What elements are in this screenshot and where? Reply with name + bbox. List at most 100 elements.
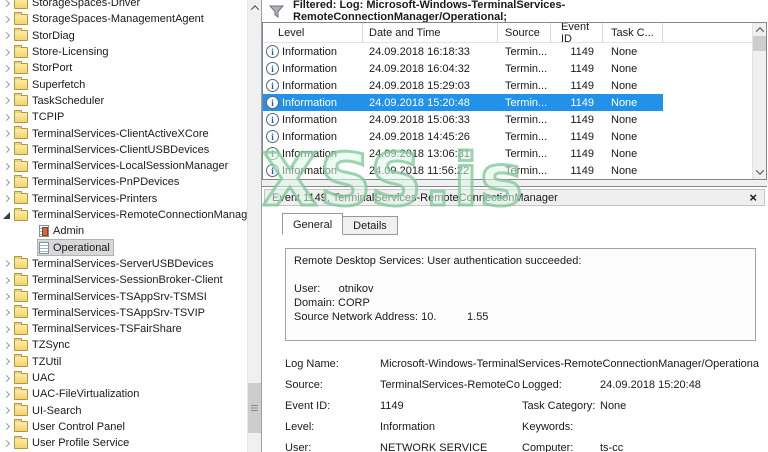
scroll-up-button[interactable] xyxy=(248,1,261,14)
event-log-pane: Filtered: Log: Microsoft-Windows-Termina… xyxy=(261,0,768,452)
tree-scrollbar-thumb[interactable] xyxy=(248,383,261,433)
log-icon xyxy=(39,242,49,254)
event-row[interactable]: Information24.09.2018 16:04:32Termin...1… xyxy=(263,60,663,77)
tree-item-label-wrap: StorageSpaces-Driver xyxy=(12,0,144,12)
event-row[interactable]: Information24.09.2018 14:45:26Termin...1… xyxy=(263,128,663,145)
close-icon[interactable]: × xyxy=(749,191,757,204)
tree-item-label-wrap: User Profile Service xyxy=(12,435,133,452)
event-row[interactable]: Information24.09.2018 13:06:31Termin...1… xyxy=(263,145,663,162)
expand-arrow-icon[interactable] xyxy=(1,343,12,348)
event-description: Remote Desktop Services: User authentica… xyxy=(285,248,756,341)
expand-arrow-icon[interactable] xyxy=(1,392,12,397)
tree-item[interactable]: Superfetch xyxy=(0,77,247,93)
tree-item[interactable]: TerminalServices-ClientActiveXCore xyxy=(0,125,247,141)
tree-item[interactable]: User Control Panel xyxy=(0,419,247,435)
event-row[interactable]: Information24.09.2018 15:29:03Termin...1… xyxy=(263,77,663,94)
column-header[interactable]: Source xyxy=(498,23,551,42)
folder-icon xyxy=(14,258,28,269)
expand-arrow-icon[interactable] xyxy=(1,1,12,6)
tab-general[interactable]: General xyxy=(282,213,343,235)
tree-item[interactable]: TerminalServices-PnPDevices xyxy=(0,174,247,190)
expand-arrow-icon[interactable] xyxy=(1,359,12,364)
expand-arrow-icon[interactable] xyxy=(1,131,12,136)
expand-arrow-icon[interactable] xyxy=(1,327,12,332)
event-row[interactable]: Information24.09.2018 15:06:33Termin...1… xyxy=(263,111,663,128)
tree-item[interactable]: TZSync xyxy=(0,337,247,353)
event-id-cell: 1149 xyxy=(551,114,603,126)
folder-icon xyxy=(14,389,28,400)
tree-item-label-wrap: Store-Licensing xyxy=(12,44,112,61)
tree-item[interactable]: TCPIP xyxy=(0,109,247,125)
level-cell: Information xyxy=(263,96,363,109)
tree-item[interactable]: TerminalServices-TSAppSrv-TSMSI xyxy=(0,288,247,304)
tree-item[interactable]: TZUtil xyxy=(0,354,247,370)
tree-item[interactable]: Admin xyxy=(0,223,247,239)
tree-item[interactable]: TerminalServices-TSFairShare xyxy=(0,321,247,337)
scroll-up-button[interactable] xyxy=(753,23,766,36)
scroll-down-button[interactable] xyxy=(753,165,766,178)
folder-icon xyxy=(14,275,28,286)
events-scrollbar[interactable] xyxy=(752,23,766,179)
expand-arrow-icon[interactable] xyxy=(1,261,12,266)
tree-item[interactable]: UI-Search xyxy=(0,403,247,419)
column-header[interactable]: Date and Time xyxy=(363,23,498,42)
tree-item[interactable]: StorPort xyxy=(0,60,247,76)
tree-item[interactable]: Store-Licensing xyxy=(0,44,247,60)
tree-item[interactable]: UAC-FileVirtualization xyxy=(0,386,247,402)
tree-item[interactable]: TerminalServices-Printers xyxy=(0,191,247,207)
expand-arrow-icon[interactable] xyxy=(1,98,12,103)
events-scrollbar-thumb[interactable] xyxy=(753,36,766,51)
expand-arrow-icon[interactable] xyxy=(1,164,12,169)
filter-icon xyxy=(269,5,284,18)
tree-item[interactable]: TerminalServices-TSAppSrv-TSVIP xyxy=(0,305,247,321)
event-row[interactable]: Information24.09.2018 11:56:22Termin...1… xyxy=(263,162,663,179)
tree-item[interactable]: User Profile Service xyxy=(0,435,247,451)
expand-arrow-icon[interactable] xyxy=(1,17,12,22)
expand-arrow-icon[interactable] xyxy=(1,408,12,413)
tree-item[interactable]: Operational xyxy=(0,240,247,256)
folder-icon xyxy=(14,79,28,90)
column-header[interactable]: Level xyxy=(263,23,363,42)
expand-arrow-icon[interactable] xyxy=(1,50,12,55)
tree-item[interactable]: UAC xyxy=(0,370,247,386)
expand-arrow-icon[interactable] xyxy=(1,310,12,315)
detail-value: ts-cc xyxy=(600,442,623,452)
detail-row: Log Name:Microsoft-Windows-TerminalServi… xyxy=(262,355,767,376)
expand-arrow-icon[interactable] xyxy=(1,33,12,38)
tab-details[interactable]: Details xyxy=(342,216,398,235)
expand-arrow-icon[interactable] xyxy=(1,294,12,299)
expand-arrow-icon[interactable] xyxy=(1,424,12,429)
expand-arrow-icon[interactable] xyxy=(1,196,12,201)
tree-item[interactable]: StorageSpaces-Driver xyxy=(0,0,247,11)
tree-scrollbar[interactable] xyxy=(247,0,261,452)
column-header[interactable]: Event ID xyxy=(551,23,603,42)
tree-item-label: TerminalServices-TSAppSrv-TSMSI xyxy=(32,291,207,303)
expand-arrow-icon[interactable] xyxy=(1,82,12,87)
expand-arrow-icon[interactable] xyxy=(1,180,12,185)
tree-item[interactable]: TaskScheduler xyxy=(0,93,247,109)
folder-icon xyxy=(14,128,28,139)
tree-item-label-wrap: TerminalServices-TSAppSrv-TSMSI xyxy=(12,288,211,305)
expand-arrow-icon[interactable] xyxy=(1,115,12,120)
expand-arrow-icon[interactable] xyxy=(1,376,12,381)
tree-item[interactable]: TerminalServices-SessionBroker-Client xyxy=(0,272,247,288)
expand-arrow-icon[interactable] xyxy=(1,66,12,71)
folder-icon xyxy=(14,14,28,25)
tree-item[interactable]: TerminalServices-ClientUSBDevices xyxy=(0,142,247,158)
expand-arrow-icon[interactable] xyxy=(1,441,12,446)
tree-item[interactable]: TerminalServices-ServerUSBDevices xyxy=(0,256,247,272)
tree-item[interactable]: TerminalServices-LocalSessionManager xyxy=(0,158,247,174)
tree-item-label: TerminalServices-ClientUSBDevices xyxy=(32,144,209,156)
column-header[interactable]: Task C... xyxy=(603,23,663,42)
event-row[interactable]: Information24.09.2018 16:18:33Termin...1… xyxy=(263,43,663,60)
event-row[interactable]: Information24.09.2018 15:20:48Termin...1… xyxy=(263,94,663,111)
folder-icon xyxy=(14,193,28,204)
tree-item-label-wrap: TerminalServices-TSFairShare xyxy=(12,321,186,338)
collapse-arrow-icon[interactable] xyxy=(1,212,12,219)
expand-arrow-icon[interactable] xyxy=(1,278,12,283)
expand-arrow-icon[interactable] xyxy=(1,147,12,152)
tree-item[interactable]: TerminalServices-RemoteConnectionManager xyxy=(0,207,247,223)
tree-item[interactable]: StorageSpaces-ManagementAgent xyxy=(0,11,247,27)
description-line: Source Network Address: 10. 1.55 xyxy=(294,311,747,325)
tree-item[interactable]: StorDiag xyxy=(0,28,247,44)
